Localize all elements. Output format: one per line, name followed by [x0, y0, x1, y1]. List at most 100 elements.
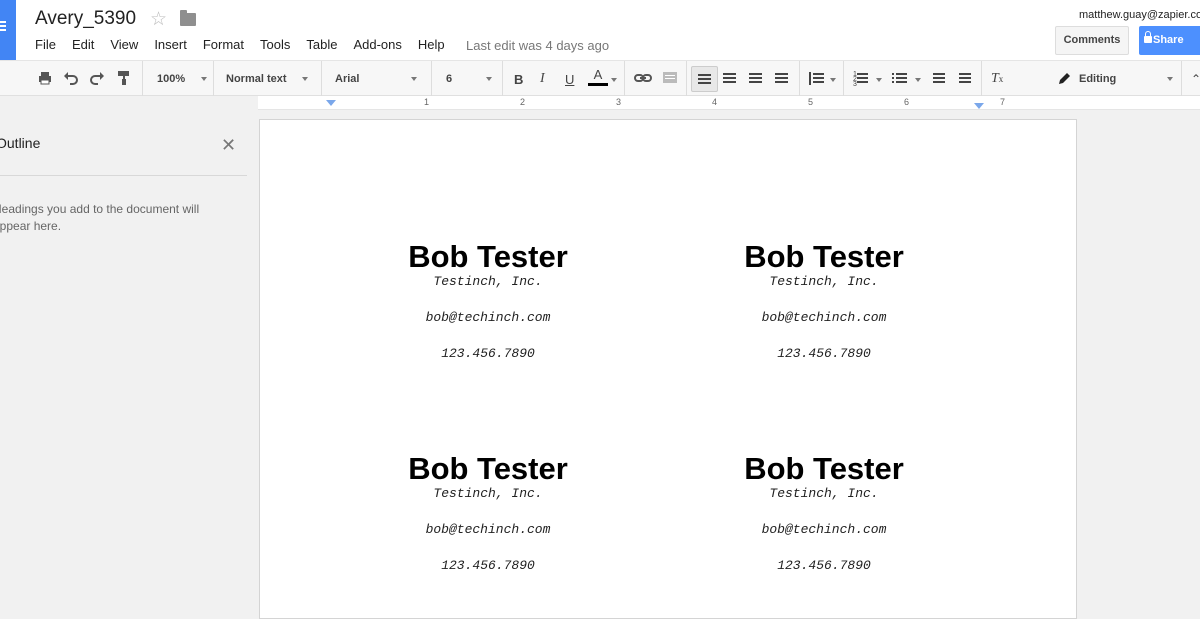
bulleted-list-icon[interactable]: [892, 72, 908, 86]
document-title[interactable]: Avery_5390: [35, 8, 136, 30]
business-card[interactable]: Bob Tester Testinch, Inc. bob@techinch.c…: [338, 452, 638, 575]
folder-icon[interactable]: [180, 10, 196, 26]
menu-bar: File Edit View Insert Format Tools Table…: [35, 37, 461, 52]
star-icon[interactable]: ☆: [150, 8, 167, 31]
menu-view[interactable]: View: [110, 37, 138, 52]
font-family-value: Arial: [335, 73, 360, 85]
editing-mode-value: Editing: [1079, 73, 1117, 85]
font-family-select[interactable]: Arial: [335, 68, 417, 90]
ruler-tick-label: 2: [520, 97, 526, 107]
menu-help[interactable]: Help: [418, 37, 445, 52]
card-company: Testinch, Inc.: [769, 486, 879, 501]
ruler-tick-label: 6: [904, 97, 910, 107]
toolbar-divider: [843, 61, 844, 96]
business-card[interactable]: Bob Tester Testinch, Inc. bob@techinch.c…: [338, 240, 638, 363]
ruler-tick-label: 7: [1000, 97, 1006, 107]
chevron-down-icon[interactable]: [611, 78, 617, 82]
toolbar-divider: [981, 61, 982, 96]
text-color-icon[interactable]: A: [588, 68, 608, 90]
share-label: Share: [1153, 34, 1184, 46]
menu-table[interactable]: Table: [306, 37, 337, 52]
toolbar-divider: [142, 61, 143, 96]
zoom-select[interactable]: 100%: [157, 68, 207, 90]
card-company: Testinch, Inc.: [433, 486, 543, 501]
decrease-indent-icon[interactable]: [930, 72, 946, 86]
editing-mode-select[interactable]: Editing: [1057, 68, 1173, 90]
chevron-down-icon[interactable]: [876, 78, 882, 82]
redo-icon[interactable]: [89, 70, 105, 86]
font-size-value: 6: [446, 73, 453, 85]
outline-hint: Headings you add to the document will ap…: [0, 202, 200, 233]
chevron-down-icon[interactable]: [830, 78, 836, 82]
chevron-down-icon: [201, 77, 207, 81]
align-right-icon[interactable]: [748, 72, 764, 86]
ruler-tick-label: 5: [808, 97, 814, 107]
underline-icon[interactable]: U: [565, 68, 574, 90]
numbered-list-icon[interactable]: 123: [853, 71, 869, 88]
toolbar-divider: [624, 61, 625, 96]
chevron-down-icon: [411, 77, 417, 81]
card-email: bob@techinch.com: [425, 310, 551, 325]
menu-tools[interactable]: Tools: [260, 37, 290, 52]
line-spacing-icon[interactable]: [809, 72, 825, 86]
card-email: bob@techinch.com: [425, 522, 551, 537]
chevron-down-icon: [302, 77, 308, 81]
card-company: Testinch, Inc.: [769, 274, 879, 289]
menu-file[interactable]: File: [35, 37, 56, 52]
toolbar-divider: [1181, 61, 1182, 96]
card-phone: 123.456.7890: [777, 558, 871, 573]
align-center-icon[interactable]: [722, 72, 738, 86]
right-indent-marker[interactable]: [974, 103, 984, 109]
share-button[interactable]: Share: [1139, 26, 1200, 55]
bold-icon[interactable]: B: [514, 68, 523, 90]
card-name: Bob Tester: [744, 451, 904, 486]
align-justify-icon[interactable]: [774, 72, 790, 86]
card-email: bob@techinch.com: [761, 310, 887, 325]
zoom-value: 100%: [157, 73, 186, 85]
title-bar: Avery_5390 ☆ File Edit View Insert Forma…: [0, 0, 1200, 60]
card-name: Bob Tester: [408, 451, 568, 486]
chevron-down-icon: [1167, 77, 1173, 81]
toolbar-divider: [213, 61, 214, 96]
toolbar-divider: [686, 61, 687, 96]
ruler-tick-label: 4: [712, 97, 718, 107]
print-icon[interactable]: [37, 70, 53, 86]
undo-icon[interactable]: [63, 70, 79, 86]
business-card[interactable]: Bob Tester Testinch, Inc. bob@techinch.c…: [674, 240, 974, 363]
outline-title: Outline: [0, 135, 41, 151]
last-edit-status[interactable]: Last edit was 4 days ago: [466, 38, 609, 53]
menu-format[interactable]: Format: [203, 37, 244, 52]
toolbar-divider: [502, 61, 503, 96]
business-card[interactable]: Bob Tester Testinch, Inc. bob@techinch.c…: [674, 452, 974, 575]
paint-format-icon[interactable]: [116, 70, 132, 86]
paragraph-style-select[interactable]: Normal text: [226, 68, 308, 90]
clear-formatting-icon[interactable]: Tx: [991, 68, 1003, 90]
card-company: Testinch, Inc.: [433, 274, 543, 289]
comments-button[interactable]: Comments: [1055, 26, 1129, 55]
menu-add-ons[interactable]: Add-ons: [353, 37, 401, 52]
italic-icon[interactable]: I: [540, 68, 545, 90]
left-indent-marker[interactable]: [326, 100, 336, 106]
card-name: Bob Tester: [408, 239, 568, 274]
link-icon[interactable]: [634, 70, 652, 86]
chevron-down-icon[interactable]: [915, 78, 921, 82]
menu-insert[interactable]: Insert: [154, 37, 187, 52]
close-icon[interactable]: ✕: [221, 135, 236, 156]
toolbar-divider: [321, 61, 322, 96]
ruler-tick-label: 3: [616, 97, 622, 107]
lock-icon: [1144, 31, 1152, 43]
card-name: Bob Tester: [744, 239, 904, 274]
comment-icon[interactable]: [662, 70, 678, 86]
collapse-menu-icon[interactable]: ⌃: [1191, 68, 1200, 90]
pencil-icon: [1059, 73, 1070, 84]
docs-home-icon[interactable]: [0, 0, 16, 60]
increase-indent-icon[interactable]: [956, 72, 972, 86]
outline-divider: [0, 175, 247, 176]
document-page[interactable]: Bob Tester Testinch, Inc. bob@techinch.c…: [259, 119, 1077, 619]
font-size-select[interactable]: 6: [446, 68, 492, 90]
align-left-icon[interactable]: [691, 66, 718, 92]
formatting-toolbar: 100% Normal text Arial 6 B I U A 123 Tx: [0, 60, 1200, 96]
card-email: bob@techinch.com: [761, 522, 887, 537]
user-email[interactable]: matthew.guay@zapier.com: [1079, 9, 1200, 21]
menu-edit[interactable]: Edit: [72, 37, 94, 52]
